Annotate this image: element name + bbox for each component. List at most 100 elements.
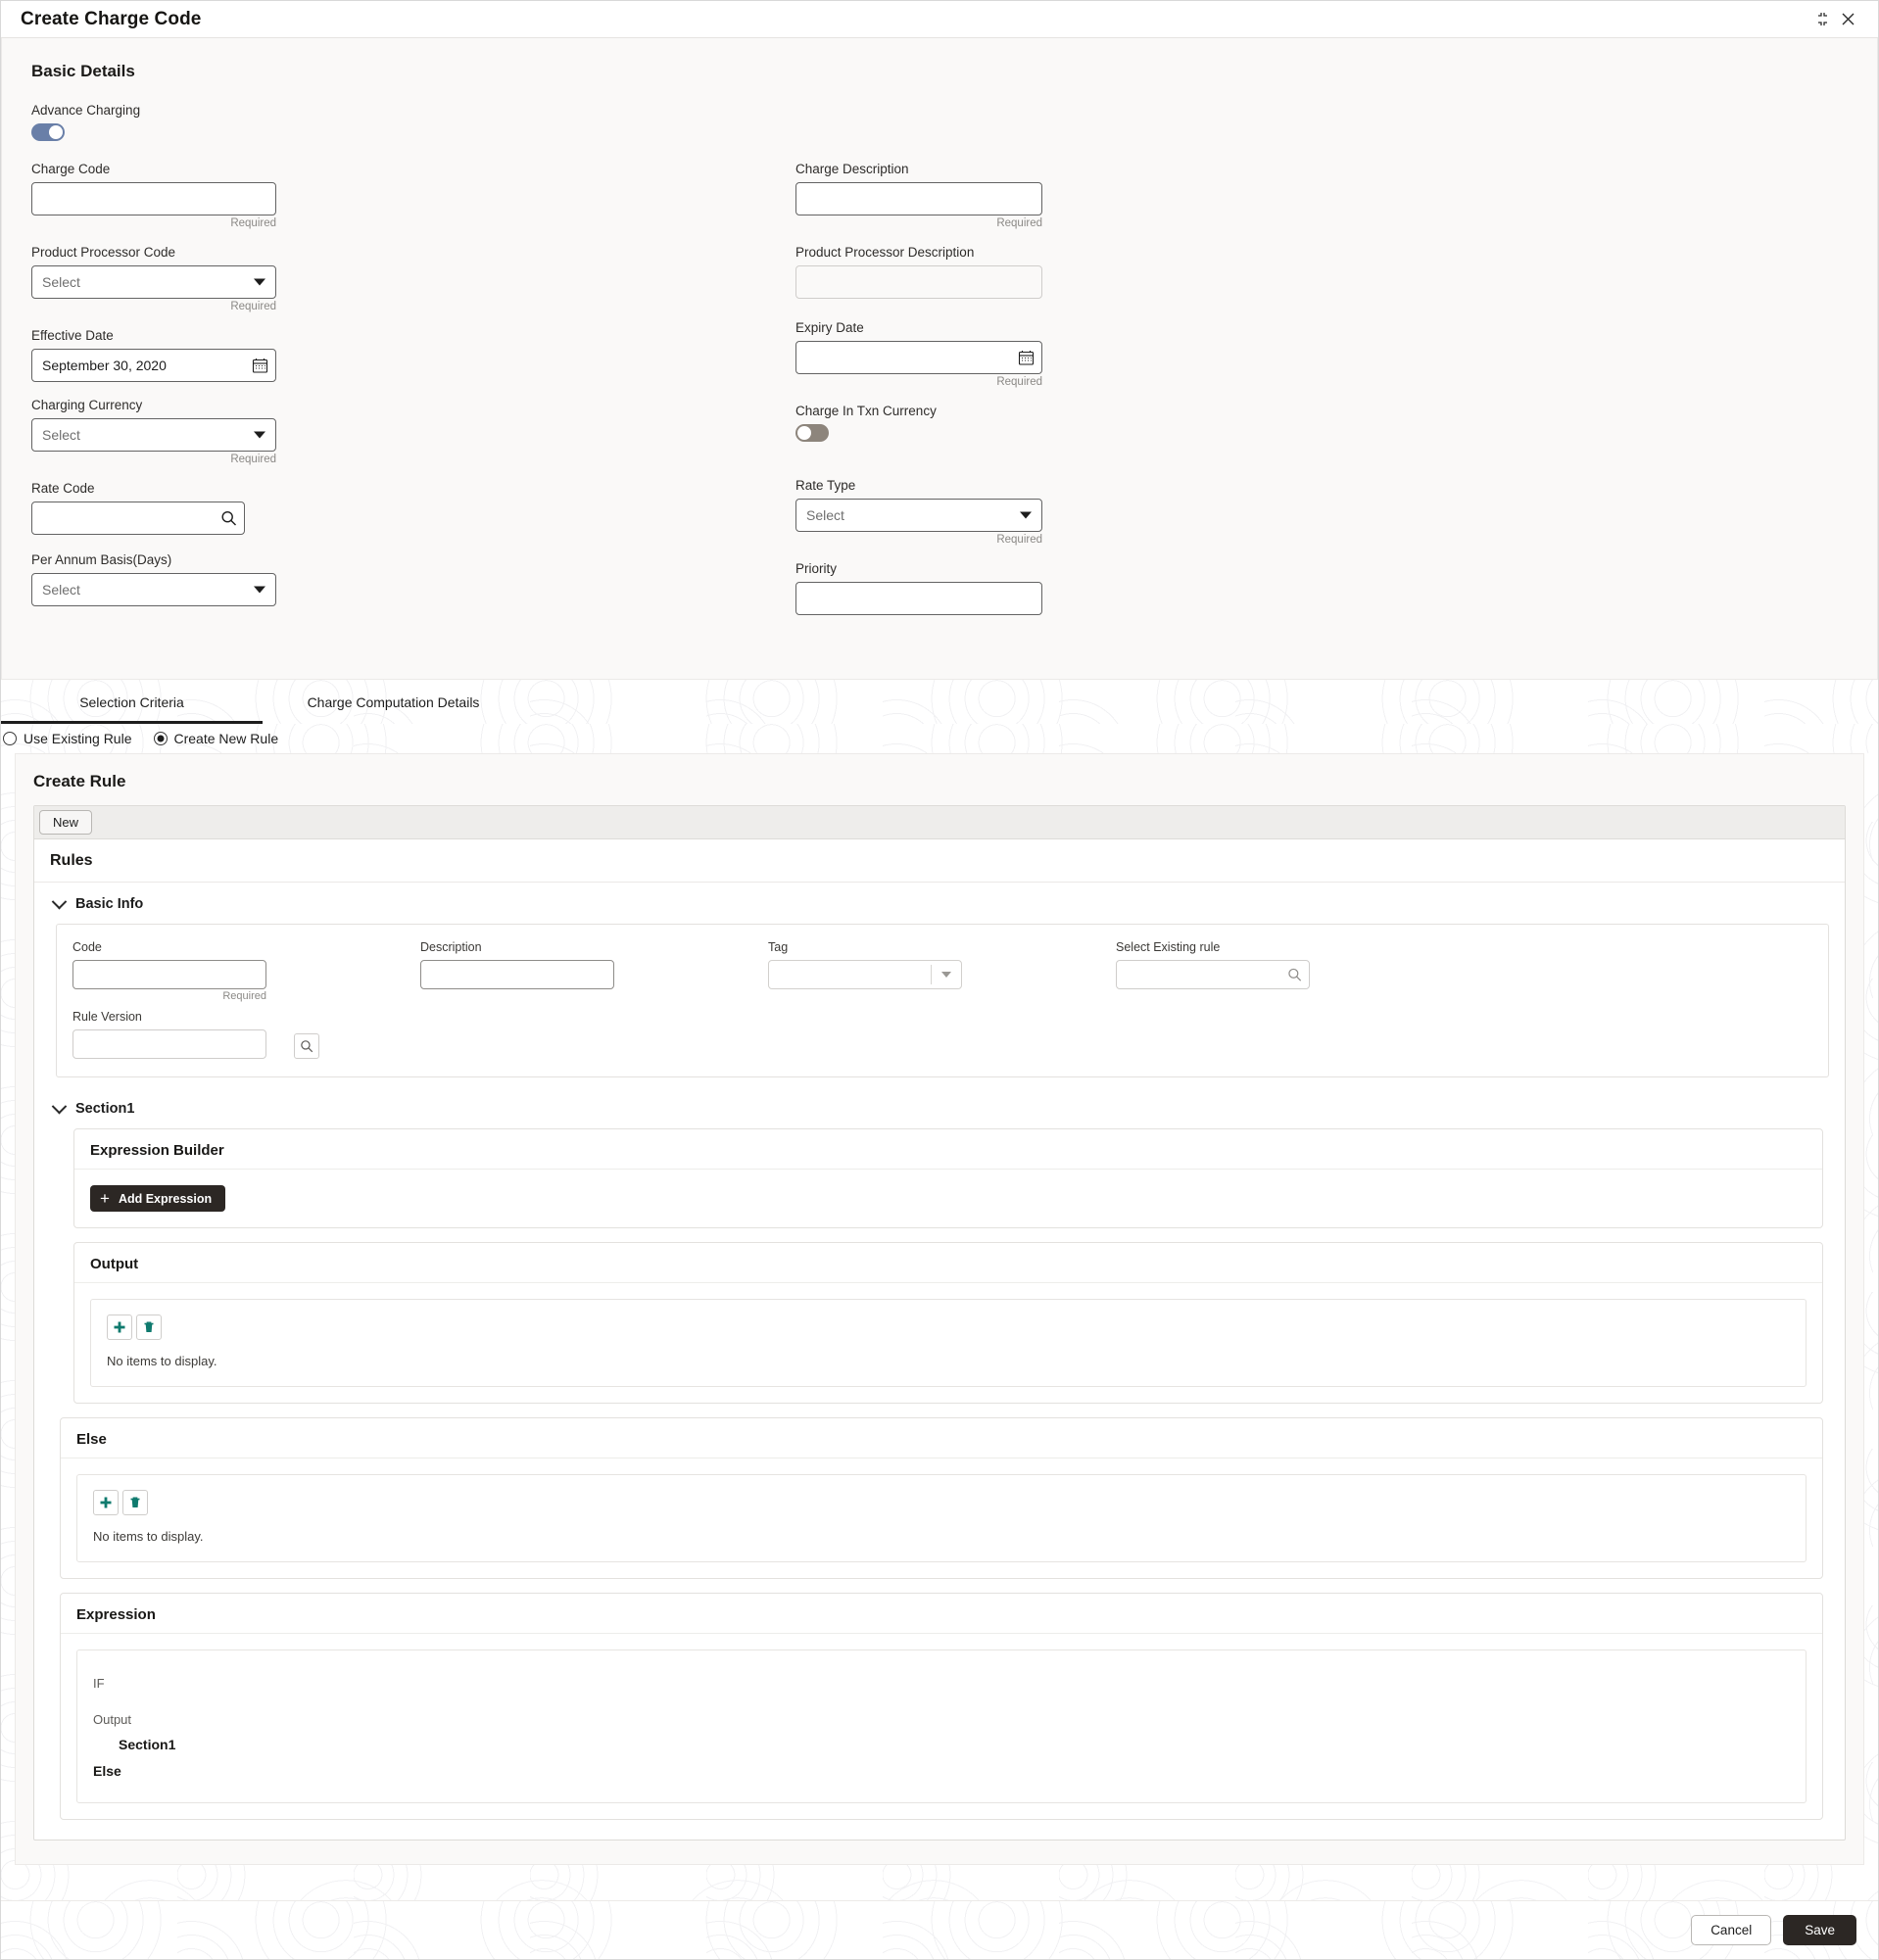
rate-code-field: Rate Code: [31, 481, 795, 535]
tab-charge-computation-details[interactable]: Charge Computation Details: [263, 694, 524, 724]
select-existing-rule-field: Select Existing rule: [1116, 940, 1812, 1002]
advance-charging-toggle[interactable]: [31, 123, 65, 141]
else-empty-text: No items to display.: [93, 1529, 204, 1544]
charge-description-input[interactable]: [795, 182, 1042, 215]
product-processor-description-field: Product Processor Description: [795, 245, 1848, 299]
select-existing-rule-label: Select Existing rule: [1116, 940, 1221, 954]
expression-output-text: Output: [93, 1711, 132, 1727]
rules-heading: Rules: [34, 839, 1845, 883]
per-annum-basis-select[interactable]: Select: [31, 573, 276, 606]
rate-type-select[interactable]: Select: [795, 499, 1042, 532]
advance-charging-label: Advance Charging: [31, 103, 141, 118]
per-annum-basis-field: Per Annum Basis(Days) Select: [31, 552, 795, 606]
rule-tag-label: Tag: [768, 940, 789, 954]
charge-code-label: Charge Code: [31, 162, 111, 176]
rule-version-input-group: Rule Version: [72, 1010, 266, 1059]
charge-description-input-wrap: [795, 182, 1042, 215]
charging-currency-value: Select: [42, 427, 80, 443]
per-annum-basis-label: Per Annum Basis(Days): [31, 552, 172, 567]
accordion-section1[interactable]: Section1: [34, 1087, 1845, 1128]
expression-builder-body: + Add Expression: [74, 1170, 1822, 1227]
output-add-button[interactable]: [107, 1315, 132, 1340]
dialog-body: Basic Details Advance Charging Charge Co…: [1, 38, 1878, 1900]
rate-code-input[interactable]: [31, 502, 245, 535]
close-icon[interactable]: [1835, 7, 1860, 32]
else-body: No items to display.: [61, 1458, 1822, 1578]
effective-date-input[interactable]: [31, 349, 276, 382]
new-button[interactable]: New: [39, 810, 93, 835]
basic-details-left-column: Charge Code Required Product Processor C…: [31, 162, 795, 631]
basic-info-grid: Code Required Description Tag Select Exi…: [72, 940, 1812, 1059]
charge-in-txn-currency-toggle[interactable]: [795, 424, 829, 442]
accordion-basic-info[interactable]: Basic Info: [34, 883, 1845, 924]
calendar-icon[interactable]: [1018, 350, 1035, 366]
expression-body: IF Output Section1 Else: [61, 1634, 1822, 1819]
rule-code-field: Code Required: [72, 940, 420, 1002]
charge-code-field: Charge Code Required: [31, 162, 795, 229]
cancel-button[interactable]: Cancel: [1691, 1915, 1772, 1945]
rule-version-field: Rule Version: [72, 1010, 420, 1059]
rate-code-label: Rate Code: [31, 481, 95, 496]
rule-version-label: Rule Version: [72, 1010, 142, 1024]
product-processor-description-input[interactable]: [795, 265, 1042, 299]
radio-create-new-rule-label: Create New Rule: [173, 731, 279, 746]
chevron-down-icon: [51, 893, 68, 909]
save-button[interactable]: Save: [1783, 1915, 1856, 1945]
expression-else-text: Else: [93, 1762, 121, 1779]
search-icon[interactable]: [1287, 968, 1302, 982]
output-delete-button[interactable]: [136, 1315, 162, 1340]
rule-description-field: Description: [420, 940, 768, 1002]
rule-description-input[interactable]: [420, 960, 614, 989]
else-add-button[interactable]: [93, 1490, 119, 1515]
rate-type-required: Required: [996, 534, 1042, 546]
tab-selection-criteria[interactable]: Selection Criteria: [1, 694, 263, 724]
expression-if-text: IF: [93, 1676, 105, 1691]
rule-version-search-button[interactable]: [294, 1033, 319, 1059]
else-title: Else: [61, 1418, 1822, 1458]
else-delete-button[interactable]: [122, 1490, 148, 1515]
radio-use-existing-rule[interactable]: Use Existing Rule: [3, 731, 132, 746]
output-body: No items to display.: [74, 1283, 1822, 1403]
charge-code-required: Required: [230, 217, 276, 229]
product-processor-code-select[interactable]: Select: [31, 265, 276, 299]
dialog-titlebar: Create Charge Code: [1, 1, 1878, 38]
tab-bar: Selection Criteria Charge Computation De…: [1, 680, 1878, 724]
advance-charging-field: Advance Charging: [31, 103, 1848, 146]
add-expression-button[interactable]: + Add Expression: [90, 1185, 226, 1212]
basic-details-grid: Charge Code Required Product Processor C…: [31, 162, 1848, 631]
rules-toolbar: New: [34, 806, 1845, 839]
charging-currency-select[interactable]: Select: [31, 418, 276, 452]
rule-tag-select[interactable]: [768, 960, 962, 989]
basic-details-right-column: Charge Description Required Product Proc…: [795, 162, 1848, 631]
toggle-knob: [797, 426, 811, 440]
rate-type-value: Select: [806, 507, 844, 523]
rule-mode-radio-group: Use Existing Rule Create New Rule: [1, 724, 1878, 753]
rule-version-input[interactable]: [72, 1029, 266, 1059]
add-expression-label: Add Expression: [118, 1191, 213, 1206]
rule-code-input[interactable]: [72, 960, 266, 989]
expiry-date-input[interactable]: [795, 341, 1042, 374]
accordion-section1-label: Section1: [75, 1101, 135, 1117]
create-rule-panel: Create Rule New Rules Basic Info Code Re…: [15, 753, 1864, 1865]
priority-input[interactable]: [795, 582, 1042, 615]
product-processor-code-field: Product Processor Code Select Required: [31, 245, 795, 312]
output-title: Output: [74, 1243, 1822, 1283]
select-existing-rule-input[interactable]: [1116, 960, 1310, 989]
rule-tag-field: Tag: [768, 940, 1116, 1002]
basic-info-fields: Code Required Description Tag Select Exi…: [56, 924, 1829, 1077]
expiry-date-input-wrap: [795, 341, 1042, 374]
rate-code-input-wrap: [31, 502, 245, 535]
chevron-down-icon: [254, 586, 265, 594]
expiry-date-field: Expiry Date Required: [795, 320, 1848, 388]
else-icon-row: [93, 1490, 1790, 1515]
radio-create-new-rule[interactable]: Create New Rule: [153, 731, 279, 746]
bi-spacer-1: [420, 1004, 768, 1059]
search-icon[interactable]: [220, 510, 237, 527]
effective-date-label: Effective Date: [31, 328, 114, 343]
plus-icon: +: [100, 1189, 110, 1208]
output-empty-text: No items to display.: [107, 1354, 217, 1368]
collapse-icon[interactable]: [1809, 7, 1835, 32]
charge-code-input[interactable]: [31, 182, 276, 215]
calendar-icon[interactable]: [252, 358, 268, 374]
product-processor-code-value: Select: [42, 274, 80, 290]
